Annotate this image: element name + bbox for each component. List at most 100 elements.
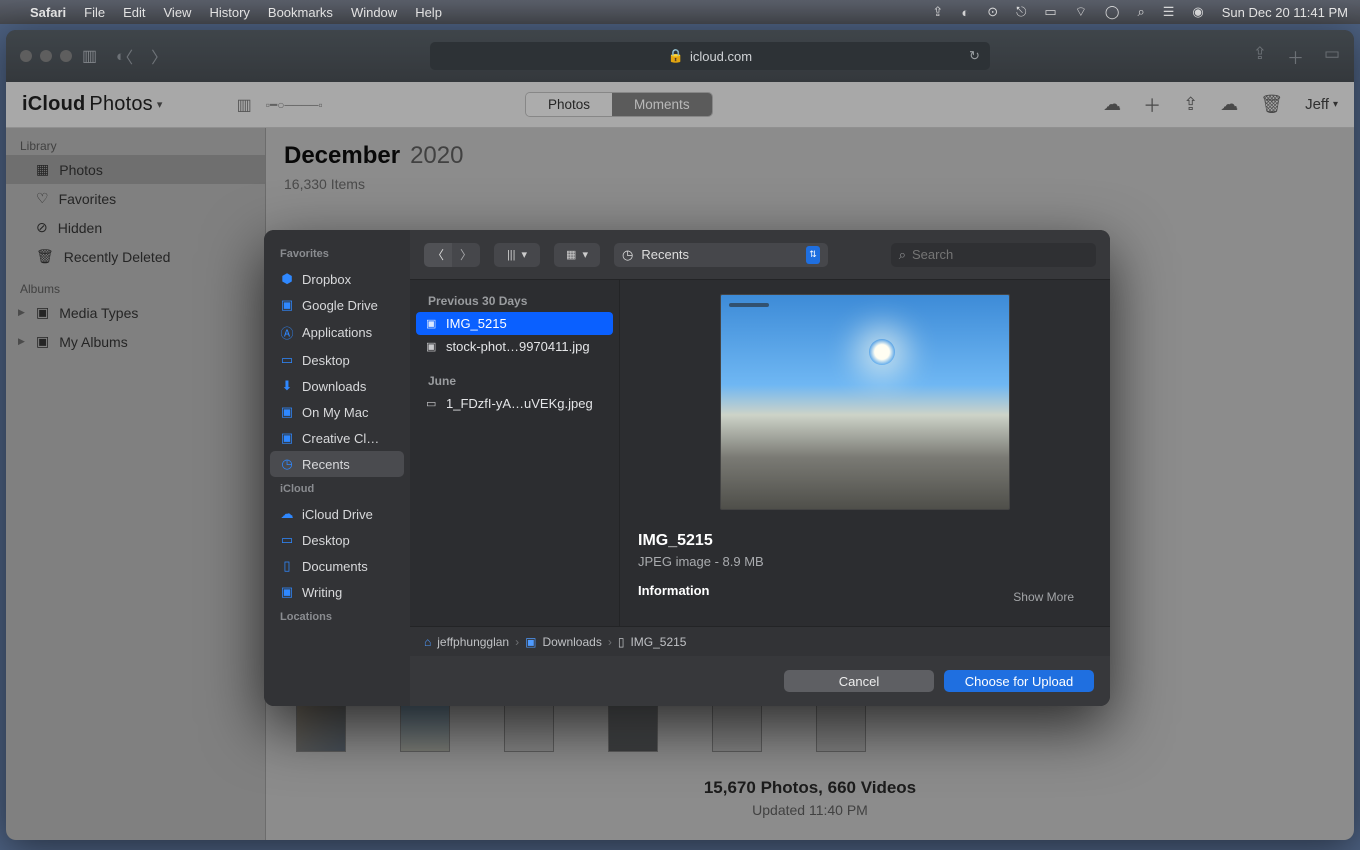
- computer-icon: ▣: [280, 404, 294, 420]
- sidebar-section-locations: Locations: [270, 605, 404, 629]
- delete-icon[interactable]: 🗑: [1260, 94, 1283, 115]
- sun-icon: [869, 339, 895, 365]
- menubar-clock[interactable]: Sun Dec 20 11:41 PM: [1222, 5, 1348, 20]
- file-row[interactable]: ▣stock-phot…9970411.jpg: [416, 335, 613, 358]
- dropbox-status-icon[interactable]: ⇪: [932, 4, 943, 20]
- url-bar[interactable]: 🔒 icloud.com ↻: [430, 42, 990, 70]
- url-host: icloud.com: [690, 49, 752, 64]
- sidebar-item-writing[interactable]: ▣Writing: [270, 579, 404, 605]
- show-more-link[interactable]: Show More: [1013, 590, 1074, 604]
- app-title[interactable]: iCloud Photos ▾: [22, 93, 163, 116]
- new-tab-icon[interactable]: ＋: [1287, 44, 1304, 69]
- media-icon[interactable]: ⊙: [987, 4, 998, 20]
- choose-for-upload-button[interactable]: Choose for Upload: [944, 670, 1094, 692]
- path-crumb[interactable]: ⌂jeffphungglan: [424, 635, 509, 649]
- picker-search-field[interactable]: ⌕: [891, 243, 1096, 267]
- file-row[interactable]: ▭1_FDzfI-yA…uVEKg.jpeg: [416, 392, 613, 415]
- sidebar-item-downloads[interactable]: ⬇Downloads: [270, 373, 404, 399]
- disclosure-icon[interactable]: ▶: [18, 307, 25, 318]
- sidebar-item-hidden[interactable]: ⊘Hidden: [6, 213, 265, 242]
- reader-icon[interactable]: ◐: [116, 48, 125, 65]
- folder-icon: ▣: [280, 297, 294, 313]
- location-popup[interactable]: ◷Recents ⇅: [614, 243, 828, 267]
- sidebar-item-creative-cloud[interactable]: ▣Creative Cl…: [270, 425, 404, 451]
- dropbox-icon: ⬢: [280, 271, 294, 287]
- disclosure-icon[interactable]: ▶: [18, 336, 25, 347]
- sidebar-item-label: Documents: [302, 559, 368, 574]
- control-center-icon[interactable]: ☰: [1163, 4, 1175, 20]
- sidebar-item-favorites[interactable]: ♡Favorites: [6, 184, 265, 213]
- sidebar-item-label: On My Mac: [302, 405, 368, 420]
- window-traffic-lights[interactable]: [20, 50, 72, 62]
- upload-icon[interactable]: ☁︎: [1103, 94, 1121, 115]
- sidebar-item-recents[interactable]: ◷Recents: [270, 451, 404, 477]
- sidebar-item-google-drive[interactable]: ▣Google Drive: [270, 292, 404, 318]
- menu-bookmarks[interactable]: Bookmarks: [268, 5, 333, 20]
- file-icon: ▯: [618, 635, 625, 649]
- menu-window[interactable]: Window: [351, 5, 397, 20]
- sidebar-toggle-icon[interactable]: ▥: [82, 46, 97, 66]
- view-columns-button[interactable]: |||▾: [494, 243, 540, 267]
- brand-icloud: iCloud: [22, 93, 85, 116]
- siri-icon[interactable]: ◉: [1192, 4, 1203, 20]
- sidebar-item-recently-deleted[interactable]: 🗑Recently Deleted: [6, 242, 265, 271]
- picker-back-button[interactable]: 〈: [424, 243, 452, 267]
- file-row[interactable]: ▣IMG_5215: [416, 312, 613, 335]
- tabs-icon[interactable]: ▭: [1324, 44, 1340, 69]
- menubar-app[interactable]: Safari: [30, 5, 66, 20]
- menu-help[interactable]: Help: [415, 5, 442, 20]
- share-action-icon[interactable]: ⇪: [1183, 94, 1198, 115]
- download-icon[interactable]: ☁︎: [1220, 94, 1238, 115]
- seg-moments[interactable]: Moments: [612, 93, 712, 116]
- reload-icon[interactable]: ↻: [969, 48, 980, 64]
- hidden-icon: ⊘: [36, 219, 48, 236]
- search-input[interactable]: [912, 247, 1088, 262]
- updown-arrows-icon: ⇅: [806, 246, 820, 264]
- picker-nav-buttons: 〈 〉: [424, 243, 480, 267]
- battery-icon[interactable]: ▭: [1044, 4, 1056, 20]
- sidebar-item-desktop-icloud[interactable]: ▭Desktop: [270, 527, 404, 553]
- user-icon[interactable]: ◯: [1105, 4, 1120, 20]
- sidebar-item-icloud-drive[interactable]: ☁︎iCloud Drive: [270, 501, 404, 527]
- sidebar-item-documents[interactable]: ▯Documents: [270, 553, 404, 579]
- path-crumb[interactable]: ▣Downloads: [525, 635, 602, 649]
- status-icon[interactable]: ◐: [961, 5, 969, 20]
- sidebar-item-label: Media Types: [59, 305, 138, 321]
- add-icon[interactable]: ＋: [1143, 92, 1161, 118]
- cancel-button[interactable]: Cancel: [784, 670, 934, 692]
- sidebar-item-dropbox[interactable]: ⬢Dropbox: [270, 266, 404, 292]
- view-segmented-control[interactable]: Photos Moments: [525, 92, 713, 117]
- view-grid-button[interactable]: ▦▾: [554, 243, 600, 267]
- sidebar-item-photos[interactable]: ▦Photos: [6, 155, 265, 184]
- share-icon[interactable]: ⇪: [1253, 44, 1267, 69]
- forward-button[interactable]: 〉: [151, 44, 167, 68]
- sidebar-item-desktop[interactable]: ▭Desktop: [270, 347, 404, 373]
- sidebar-item-media-types[interactable]: ▶▣Media Types: [6, 298, 265, 327]
- sidebar-item-my-albums[interactable]: ▶▣My Albums: [6, 327, 265, 356]
- menu-file[interactable]: File: [84, 5, 105, 20]
- menu-view[interactable]: View: [164, 5, 192, 20]
- user-menu[interactable]: Jeff▾: [1305, 96, 1338, 113]
- spotlight-icon[interactable]: ⌕: [1137, 4, 1144, 20]
- safari-window: ▥ 〈 〉 ◐ 🔒 icloud.com ↻ ⇪ ＋ ▭ iCloud Phot…: [6, 30, 1354, 840]
- folder-icon: ▣: [36, 333, 49, 350]
- clock-icon: ◷: [622, 247, 633, 263]
- sidebar-item-label: Photos: [59, 162, 103, 178]
- wifi-icon[interactable]: ⌔: [1075, 4, 1087, 20]
- menu-history[interactable]: History: [209, 5, 249, 20]
- zoom-slider[interactable]: ▫━○────▫: [266, 98, 323, 112]
- menu-edit[interactable]: Edit: [123, 5, 145, 20]
- path-separator-icon: ›: [608, 635, 612, 649]
- applications-icon: Ⓐ: [280, 323, 294, 342]
- picker-forward-button[interactable]: 〉: [452, 243, 480, 267]
- sidebar-item-on-my-mac[interactable]: ▣ On My Mac: [270, 399, 404, 425]
- bluetooth-icon[interactable]: ⎋: [1016, 4, 1026, 20]
- seg-photos[interactable]: Photos: [526, 93, 612, 116]
- picker-sidebar: Favorites ⬢Dropbox ▣Google Drive ⒶApplic…: [264, 230, 410, 706]
- sidebar-collapse-icon[interactable]: ▥: [237, 95, 252, 115]
- sidebar-item-applications[interactable]: ⒶApplications: [270, 318, 404, 347]
- clock-icon: ◷: [280, 456, 294, 472]
- desktop-icon: ▭: [280, 532, 294, 548]
- path-crumb[interactable]: ▯IMG_5215: [618, 635, 687, 649]
- sidebar-item-label: Desktop: [302, 353, 350, 368]
